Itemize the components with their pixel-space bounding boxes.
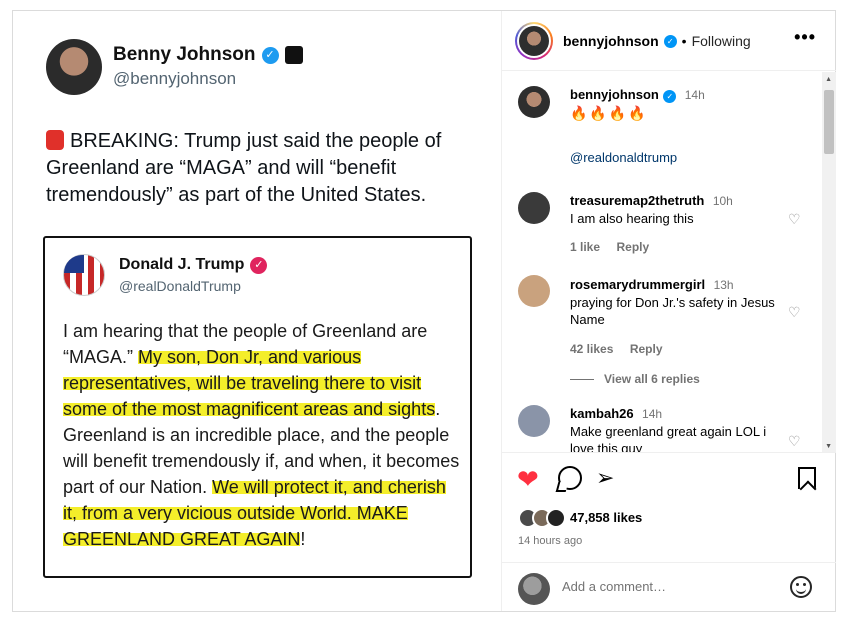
- verified-badge-icon: ✓: [261, 46, 279, 64]
- tweet-text: BREAKING: Trump just said the people of …: [46, 128, 476, 209]
- comment-text: Make greenland great again LOL i love th…: [570, 424, 767, 452]
- comment-username-link[interactable]: treasuremap2thetruth: [570, 193, 704, 208]
- tweet-author-handle: @bennyjohnson: [113, 69, 237, 88]
- comment-likes-count[interactable]: 42 likes: [570, 342, 613, 356]
- post-header: bennyjohnson ✓ • Following •••: [502, 11, 836, 71]
- avatar: [519, 26, 549, 56]
- comment-meta: 1 like Reply: [570, 238, 649, 256]
- commenter-avatar[interactable]: [518, 275, 550, 307]
- comments-scrollbar[interactable]: ▲ ▼: [822, 72, 836, 452]
- comment-reply-button[interactable]: Reply: [630, 342, 663, 356]
- tweet-text-body: BREAKING: Trump just said the people of …: [46, 130, 442, 206]
- view-replies-button[interactable]: View all 6 replies: [604, 372, 700, 386]
- quoted-text: I am hearing that the people of Greenlan…: [63, 318, 463, 552]
- share-paper-plane-icon[interactable]: ➢: [596, 466, 614, 490]
- comment-username-link[interactable]: rosemarydrummergirl: [570, 277, 705, 292]
- caption-time: 14h: [684, 88, 705, 102]
- quoted-author-name-text: Donald J. Trump: [119, 256, 245, 273]
- current-user-avatar: [518, 573, 550, 605]
- verified-badge-icon: ✓: [663, 34, 677, 48]
- replies-divider: [570, 379, 594, 380]
- comment-likes-count[interactable]: 1 like: [570, 240, 600, 254]
- post-media[interactable]: Benny Johnson ✓ @bennyjohnson BREAKING: …: [13, 11, 501, 611]
- more-options-icon[interactable]: •••: [794, 27, 816, 48]
- story-ring-avatar[interactable]: [515, 22, 553, 60]
- header-user: bennyjohnson ✓ • Following: [563, 33, 751, 49]
- header-username-link[interactable]: bennyjohnson: [563, 33, 659, 49]
- tweet-author-avatar: [46, 39, 102, 95]
- commenter-avatar[interactable]: [518, 192, 550, 224]
- post-time[interactable]: 14 hours ago: [518, 535, 582, 547]
- scrollbar-thumb[interactable]: [824, 90, 834, 154]
- post-actions: ❤ ➢ 47,858 likes 14 hours ago: [502, 452, 836, 562]
- comment-text: I am also hearing this: [570, 211, 694, 226]
- save-bookmark-icon[interactable]: [798, 467, 816, 489]
- caption-avatar[interactable]: [518, 86, 550, 118]
- instagram-post-modal: Benny Johnson ✓ @bennyjohnson BREAKING: …: [12, 10, 836, 612]
- tweet-author-name: Benny Johnson ✓: [113, 44, 303, 66]
- verified-badge-icon: ✓: [663, 90, 677, 103]
- like-heart-icon[interactable]: ❤: [517, 466, 539, 492]
- comment-username-link[interactable]: kambah26: [570, 406, 634, 421]
- caption-mention-link[interactable]: @realdonaldtrump: [570, 150, 677, 165]
- likes-count[interactable]: 47,858 likes: [570, 510, 642, 525]
- comments-list[interactable]: bennyjohnson ✓ 14h 🔥🔥🔥🔥 @realdonaldtrump…: [502, 72, 836, 452]
- quoted-author-handle: @realDonaldTrump: [119, 278, 241, 294]
- tweet-author-name-text: Benny Johnson: [113, 44, 256, 65]
- comment-time: 10h: [712, 194, 733, 208]
- quoted-author-avatar: [63, 254, 105, 296]
- liker-avatars[interactable]: [518, 508, 572, 528]
- scroll-up-arrow-icon[interactable]: ▲: [825, 76, 832, 83]
- commenter-avatar[interactable]: [518, 405, 550, 437]
- scroll-down-arrow-icon[interactable]: ▼: [825, 443, 832, 450]
- comment-item: rosemarydrummergirl 13h praying for Don …: [570, 276, 792, 328]
- separator-dot: •: [681, 33, 687, 49]
- caption-fire-emojis: 🔥🔥🔥🔥: [570, 105, 648, 121]
- siren-icon: [46, 130, 64, 150]
- caption-username-link[interactable]: bennyjohnson: [570, 87, 659, 102]
- comment-time: 14h: [642, 407, 663, 421]
- quoted-post: Donald J. Trump ✓ @realDonaldTrump I am …: [43, 236, 472, 578]
- comment-like-heart-icon[interactable]: ♡: [788, 305, 802, 319]
- post-side-panel: bennyjohnson ✓ • Following ••• bennyjohn…: [501, 11, 836, 611]
- comment-meta: 42 likes Reply: [570, 340, 663, 358]
- comment-time: 13h: [713, 278, 734, 292]
- comment-bubble-icon[interactable]: [558, 466, 582, 490]
- comment-text: praying for Don Jr.'s safety in Jesus Na…: [570, 295, 775, 327]
- comment-item: treasuremap2thetruth 10h I am also heari…: [570, 192, 790, 227]
- add-comment-bar: [502, 562, 836, 611]
- verified-badge-icon: ✓: [250, 256, 268, 274]
- comment-like-heart-icon[interactable]: ♡: [788, 434, 802, 448]
- quoted-author-name: Donald J. Trump ✓: [119, 256, 268, 274]
- comment-item: kambah26 14h Make greenland great again …: [570, 405, 790, 452]
- avatar: [546, 508, 566, 528]
- emoji-smiley-icon[interactable]: [790, 576, 812, 598]
- caption-header: bennyjohnson ✓ 14h: [570, 86, 705, 104]
- add-comment-input[interactable]: [562, 579, 782, 594]
- quoted-text-segment: !: [300, 529, 306, 549]
- comment-like-heart-icon[interactable]: ♡: [788, 212, 802, 226]
- rumble-badge-icon: [284, 46, 303, 64]
- comment-reply-button[interactable]: Reply: [616, 240, 649, 254]
- following-button[interactable]: Following: [692, 33, 751, 49]
